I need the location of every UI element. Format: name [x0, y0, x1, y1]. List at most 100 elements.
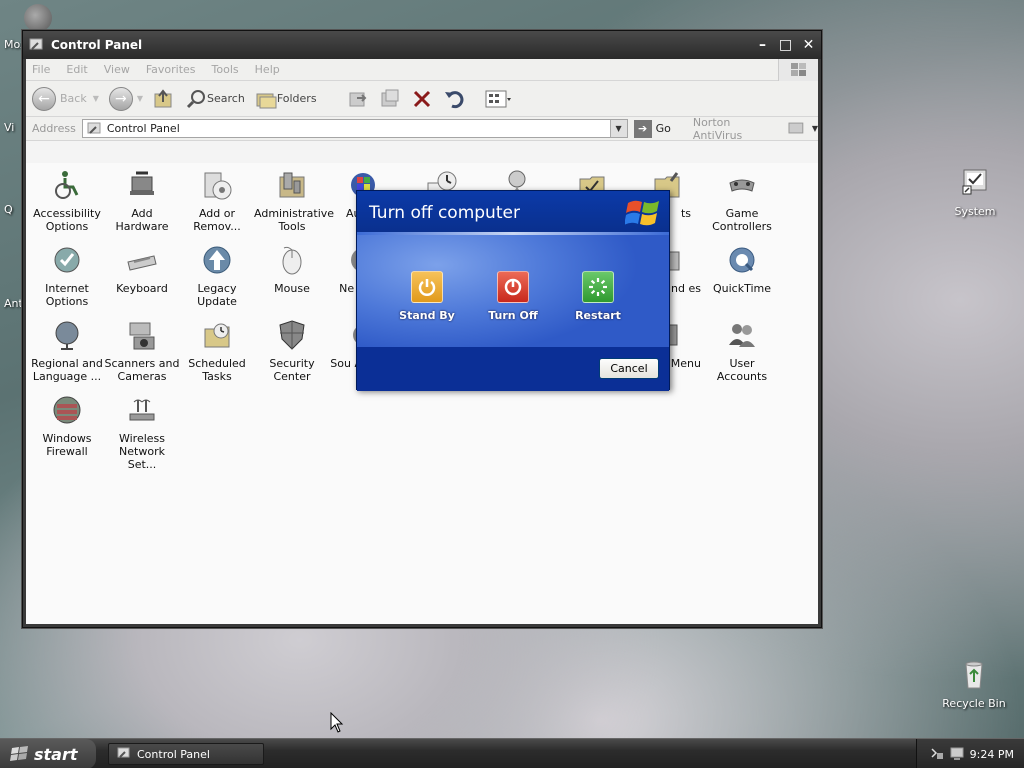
minimize-button[interactable]: – — [752, 35, 773, 56]
power-icon[interactable] — [497, 271, 529, 303]
folders-label: Folders — [276, 92, 317, 105]
cp-item-label: Keyboard — [116, 282, 168, 295]
back-arrow-icon: ← — [32, 86, 56, 111]
move-to-button[interactable] — [347, 88, 369, 110]
cp-item-label: Mouse — [274, 282, 310, 295]
norton-dropdown-icon[interactable]: ▼ — [812, 124, 818, 133]
control-panel-icon — [117, 747, 130, 758]
stand-by-option[interactable]: Stand By — [391, 271, 463, 322]
turn-off-dialog: Turn off computer Stand By Turn Off Rest… — [356, 190, 670, 391]
cp-item-label: QuickTime — [712, 282, 772, 295]
restart-label: Restart — [575, 309, 621, 322]
toolbar: ← Back ▼ → ▼ Search Folders — [26, 81, 818, 117]
mozilla-icon[interactable] — [24, 4, 52, 32]
cp-item[interactable]: Add Hardware — [104, 169, 180, 233]
copy-to-button[interactable] — [379, 88, 401, 110]
wireless-network-icon — [129, 399, 155, 421]
desktop-edge-label[interactable]: Ant — [4, 297, 23, 310]
desktop-edge-label[interactable]: Q — [4, 203, 13, 216]
cp-item[interactable]: Internet Options — [29, 244, 105, 308]
taskbar-item-label: Control Panel — [137, 747, 210, 761]
cp-item-label: Legacy Update — [197, 282, 237, 308]
cp-item-label: Wireless Network Set... — [118, 432, 166, 471]
desktop-icon-system[interactable]: System — [935, 166, 1015, 218]
internet-options-icon — [54, 247, 80, 273]
scheduled-tasks-icon — [204, 323, 230, 348]
up-folder-button[interactable] — [153, 88, 175, 110]
cp-item-label: User Accounts — [716, 357, 768, 383]
desktop-icon-recycle-bin[interactable]: Recycle Bin — [934, 658, 1014, 710]
clock[interactable]: 9:24 PM — [970, 748, 1014, 761]
restart-icon[interactable] — [582, 271, 614, 303]
recycle-bin-icon — [965, 661, 983, 689]
undo-icon — [444, 90, 463, 108]
window-title: Control Panel — [51, 38, 143, 52]
game-controllers-icon — [729, 179, 755, 192]
cp-item[interactable]: Mouse — [254, 244, 330, 295]
restart-option[interactable]: Restart — [562, 271, 634, 322]
cp-item[interactable]: User Accounts — [704, 319, 780, 383]
cp-item[interactable]: Regional and Language ... — [29, 319, 105, 383]
forward-dropdown-icon[interactable]: ▼ — [137, 94, 143, 103]
back-dropdown-icon[interactable]: ▼ — [93, 94, 99, 103]
menu-file[interactable]: File — [32, 63, 50, 76]
address-input[interactable]: Control Panel ▼ — [81, 119, 628, 138]
cp-item[interactable]: Scanners and Cameras — [104, 319, 180, 383]
cp-item[interactable]: Game Controllers — [704, 169, 780, 233]
system-icon — [962, 169, 987, 195]
delete-button[interactable] — [411, 88, 433, 110]
start-button[interactable]: start — [0, 739, 96, 768]
add-remove-programs-icon — [204, 172, 232, 200]
delete-icon — [413, 90, 430, 107]
cp-item[interactable]: Scheduled Tasks — [179, 319, 255, 383]
cp-item-label: Windows Firewall — [42, 432, 92, 458]
cp-item[interactable]: Keyboard — [104, 244, 180, 295]
taskbar-item-control-panel[interactable]: Control Panel — [108, 743, 264, 765]
maximize-button[interactable]: □ — [775, 35, 796, 56]
computer-tray-icon[interactable] — [950, 747, 964, 761]
go-button[interactable]: ➔ Go — [633, 119, 671, 138]
stand-by-label: Stand By — [399, 309, 455, 322]
cancel-button[interactable]: Cancel — [599, 358, 659, 379]
cp-item[interactable]: Windows Firewall — [29, 394, 105, 458]
taskbar: start Control Panel 9:24 PM — [0, 738, 1024, 768]
turn-off-option[interactable]: Turn Off — [477, 271, 549, 322]
cp-item[interactable]: Legacy Update — [179, 244, 255, 308]
norton-icon — [788, 122, 804, 133]
search-button[interactable]: Search — [185, 88, 245, 110]
menu-help[interactable]: Help — [255, 63, 280, 76]
menu-favorites[interactable]: Favorites — [146, 63, 196, 76]
norton-label: Norton AntiVirus — [692, 115, 743, 142]
network-tray-icon[interactable] — [930, 747, 944, 761]
standby-icon[interactable] — [411, 271, 443, 303]
cp-item[interactable]: Wireless Network Set... — [104, 394, 180, 471]
menu-tools[interactable]: Tools — [212, 63, 239, 76]
desktop-edge-label[interactable]: Vi — [4, 121, 14, 134]
administrative-tools-icon — [279, 172, 305, 198]
cp-item[interactable]: Accessibility Options — [29, 169, 105, 233]
cp-item[interactable]: Administrative Tools — [254, 169, 334, 233]
mouse-cursor-icon — [330, 712, 344, 733]
back-button[interactable]: ← Back ▼ — [32, 86, 99, 111]
cp-item-label: Regional and Language ... — [31, 357, 103, 383]
forward-button[interactable]: → ▼ — [108, 86, 143, 111]
cp-item[interactable]: QuickTime — [704, 244, 780, 295]
menu-view[interactable]: View — [104, 63, 130, 76]
close-button[interactable]: ✕ — [798, 35, 819, 56]
folders-button[interactable]: Folders — [255, 88, 317, 110]
control-panel-icon — [29, 38, 43, 50]
views-button[interactable] — [485, 89, 511, 109]
keyboard-icon — [127, 255, 157, 271]
windows-logo-icon — [778, 59, 818, 81]
menu-bar: File Edit View Favorites Tools Help — [26, 59, 818, 81]
norton-antivirus-button[interactable]: Norton AntiVirus ▼ — [693, 116, 818, 142]
cp-item[interactable]: Add or Remov... — [179, 169, 255, 233]
cp-item-label: Add Hardware — [115, 207, 169, 233]
address-dropdown-icon[interactable]: ▼ — [609, 120, 627, 137]
cp-item[interactable]: Security Center — [254, 319, 330, 383]
go-label: Go — [655, 122, 671, 135]
undo-button[interactable] — [443, 88, 465, 110]
window-titlebar[interactable]: Control Panel – □ ✕ — [23, 31, 821, 59]
menu-edit[interactable]: Edit — [66, 63, 87, 76]
cp-item-label: Internet Options — [45, 282, 89, 308]
